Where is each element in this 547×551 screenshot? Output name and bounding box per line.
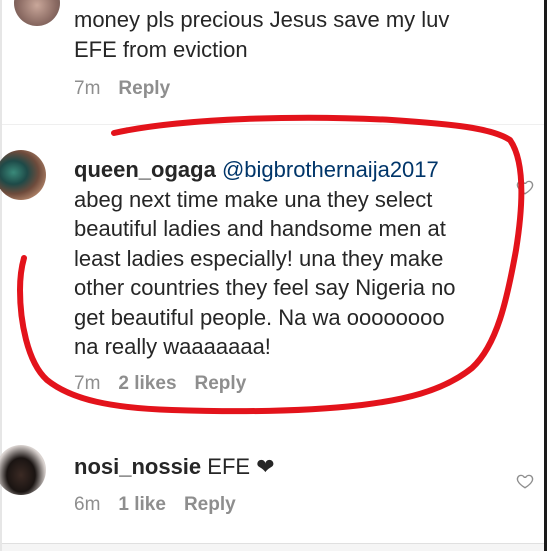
bottom-bar [2, 543, 544, 551]
username-link[interactable]: queen_ogaga [74, 157, 216, 182]
likes-count[interactable]: 1 like [118, 494, 166, 516]
timestamp: 7m [74, 78, 101, 99]
comment-text-line: get beautiful people. Na wa oooooooo [74, 304, 445, 330]
comment-text: money pls precious Jesus save my luv EFE… [74, 5, 514, 64]
comment-text: nosi_nossie EFE ❤ [74, 452, 514, 483]
comment-text-line: na really waaaaaaa! [74, 334, 271, 359]
divider [2, 124, 544, 125]
reply-button[interactable]: Reply [184, 494, 236, 516]
comment-text-line: money pls precious Jesus save my luv [74, 7, 450, 32]
comment-meta: 7m Reply [74, 78, 170, 100]
heart-outline-icon[interactable] [516, 178, 534, 196]
comment-text-line: beautiful ladies and handsome men at [74, 216, 446, 241]
mention-link[interactable]: @bigbrothernaija2017 [222, 157, 439, 182]
timestamp: 7m [74, 373, 101, 394]
comment-text-line: least ladies especially! una they make [74, 245, 444, 271]
username-link[interactable]: nosi_nossie [74, 454, 201, 479]
avatar[interactable] [0, 445, 46, 495]
comment-text: queen_ogaga @bigbrothernaija2017 abeg ne… [74, 155, 524, 362]
heart-emoji: ❤ [256, 455, 275, 480]
comment-text-line: abeg next time make una they select [74, 186, 433, 212]
heart-outline-icon[interactable] [516, 472, 534, 490]
comment-text-inline: EFE [207, 454, 251, 479]
comment-header-line: queen_ogaga @bigbrothernaija2017 [74, 155, 524, 185]
avatar[interactable] [0, 150, 46, 200]
comment-meta: 6m 1 like Reply [74, 494, 236, 516]
reply-button[interactable]: Reply [195, 373, 247, 395]
comment-text-line: EFE from eviction [74, 36, 248, 62]
comment-meta: 7m 2 likes Reply [74, 373, 246, 395]
avatar[interactable] [14, 0, 60, 26]
reply-button[interactable]: Reply [118, 78, 170, 100]
likes-count[interactable]: 2 likes [118, 373, 176, 395]
timestamp: 6m [74, 494, 101, 515]
comment-text-line: other countries they feel say Nigeria no [74, 275, 456, 300]
